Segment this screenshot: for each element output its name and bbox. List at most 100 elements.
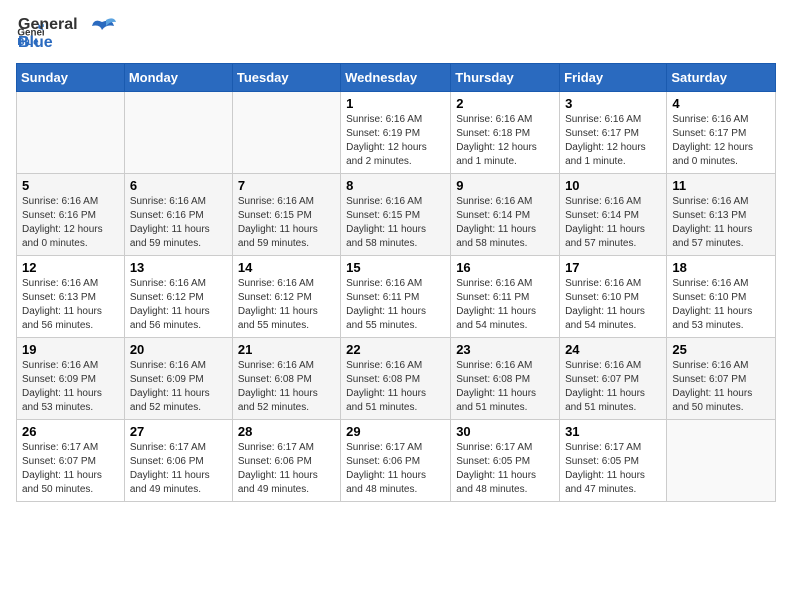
calendar-cell: 29 Sunrise: 6:17 AM Sunset: 6:06 PM Dayli… [341, 420, 451, 502]
calendar-cell: 21Sunrise: 6:16 AM Sunset: 6:08 PM Dayli… [232, 338, 340, 420]
calendar-table: SundayMondayTuesdayWednesdayThursdayFrid… [16, 63, 776, 502]
calendar-cell: 3 Sunrise: 6:16 AM Sunset: 6:17 PM Daylig… [560, 92, 667, 174]
day-info: Sunrise: 6:16 AM Sunset: 6:15 PM Dayligh… [346, 195, 445, 251]
weekday-header-saturday: Saturday [667, 64, 776, 92]
weekday-header-thursday: Thursday [451, 64, 560, 92]
day-info: Sunrise: 6:16 AM Sunset: 6:10 PM Dayligh… [672, 277, 770, 333]
day-info: Sunrise: 6:16 AM Sunset: 6:19 PM Dayligh… [346, 113, 445, 169]
calendar-cell: 23 Sunrise: 6:16 AM Sunset: 6:08 PM Dayli… [451, 338, 560, 420]
calendar-cell: 6 Sunrise: 6:16 AM Sunset: 6:16 PM Daylig… [124, 174, 232, 256]
logo-general-text: General [18, 16, 78, 34]
calendar-cell: 15 Sunrise: 6:16 AM Sunset: 6:11 PM Dayli… [341, 256, 451, 338]
day-number: 26 [22, 424, 119, 439]
day-number: 22 [346, 342, 445, 357]
day-number: 2 [456, 96, 554, 111]
logo: General Blue General Blue [16, 16, 116, 51]
day-info: Sunrise: 6:16 AM Sunset: 6:07 PM Dayligh… [565, 359, 661, 415]
day-number: 20 [130, 342, 227, 357]
calendar-cell: 20 Sunrise: 6:16 AM Sunset: 6:09 PM Dayli… [124, 338, 232, 420]
weekday-header-row: SundayMondayTuesdayWednesdayThursdayFrid… [17, 64, 776, 92]
day-number: 31 [565, 424, 661, 439]
calendar-week-row: 5 Sunrise: 6:16 AM Sunset: 6:16 PM Daylig… [17, 174, 776, 256]
day-number: 21 [238, 342, 335, 357]
day-number: 23 [456, 342, 554, 357]
calendar-cell: 18 Sunrise: 6:16 AM Sunset: 6:10 PM Dayli… [667, 256, 776, 338]
day-number: 24 [565, 342, 661, 357]
calendar-cell: 30 Sunrise: 6:17 AM Sunset: 6:05 PM Dayli… [451, 420, 560, 502]
day-info: Sunrise: 6:16 AM Sunset: 6:16 PM Dayligh… [130, 195, 227, 251]
day-number: 17 [565, 260, 661, 275]
day-info: Sunrise: 6:17 AM Sunset: 6:05 PM Dayligh… [456, 441, 554, 497]
day-info: Sunrise: 6:17 AM Sunset: 6:05 PM Dayligh… [565, 441, 661, 497]
day-number: 6 [130, 178, 227, 193]
calendar-cell: 5 Sunrise: 6:16 AM Sunset: 6:16 PM Daylig… [17, 174, 125, 256]
day-info: Sunrise: 6:16 AM Sunset: 6:14 PM Dayligh… [456, 195, 554, 251]
day-info: Sunrise: 6:16 AM Sunset: 6:17 PM Dayligh… [565, 113, 661, 169]
calendar-cell: 24 Sunrise: 6:16 AM Sunset: 6:07 PM Dayli… [560, 338, 667, 420]
day-number: 4 [672, 96, 770, 111]
logo-blue-text: Blue [18, 34, 78, 52]
calendar-cell: 9 Sunrise: 6:16 AM Sunset: 6:14 PM Daylig… [451, 174, 560, 256]
day-info: Sunrise: 6:16 AM Sunset: 6:11 PM Dayligh… [346, 277, 445, 333]
day-info: Sunrise: 6:16 AM Sunset: 6:12 PM Dayligh… [130, 277, 227, 333]
calendar-week-row: 26 Sunrise: 6:17 AM Sunset: 6:07 PM Dayli… [17, 420, 776, 502]
calendar-cell: 28 Sunrise: 6:17 AM Sunset: 6:06 PM Dayli… [232, 420, 340, 502]
day-info: Sunrise: 6:16 AM Sunset: 6:16 PM Dayligh… [22, 195, 119, 251]
day-number: 11 [672, 178, 770, 193]
day-number: 28 [238, 424, 335, 439]
day-number: 1 [346, 96, 445, 111]
day-number: 10 [565, 178, 661, 193]
calendar-cell: 25Sunrise: 6:16 AM Sunset: 6:07 PM Dayli… [667, 338, 776, 420]
calendar-cell: 26 Sunrise: 6:17 AM Sunset: 6:07 PM Dayli… [17, 420, 125, 502]
day-info: Sunrise: 6:16 AM Sunset: 6:09 PM Dayligh… [130, 359, 227, 415]
calendar-cell: 13 Sunrise: 6:16 AM Sunset: 6:12 PM Dayli… [124, 256, 232, 338]
day-number: 29 [346, 424, 445, 439]
day-number: 16 [456, 260, 554, 275]
day-info: Sunrise: 6:16 AM Sunset: 6:08 PM Dayligh… [346, 359, 445, 415]
header: General Blue General Blue [16, 16, 776, 51]
day-number: 5 [22, 178, 119, 193]
day-number: 14 [238, 260, 335, 275]
calendar-week-row: 12Sunrise: 6:16 AM Sunset: 6:13 PM Dayli… [17, 256, 776, 338]
calendar-cell: 22 Sunrise: 6:16 AM Sunset: 6:08 PM Dayli… [341, 338, 451, 420]
calendar-week-row: 19 Sunrise: 6:16 AM Sunset: 6:09 PM Dayli… [17, 338, 776, 420]
calendar-cell: 4 Sunrise: 6:16 AM Sunset: 6:17 PM Daylig… [667, 92, 776, 174]
calendar-cell: 2Sunrise: 6:16 AM Sunset: 6:18 PM Daylig… [451, 92, 560, 174]
day-number: 9 [456, 178, 554, 193]
day-info: Sunrise: 6:16 AM Sunset: 6:13 PM Dayligh… [22, 277, 119, 333]
weekday-header-monday: Monday [124, 64, 232, 92]
day-number: 18 [672, 260, 770, 275]
day-info: Sunrise: 6:16 AM Sunset: 6:09 PM Dayligh… [22, 359, 119, 415]
day-info: Sunrise: 6:16 AM Sunset: 6:07 PM Dayligh… [672, 359, 770, 415]
calendar-cell: 12Sunrise: 6:16 AM Sunset: 6:13 PM Dayli… [17, 256, 125, 338]
page: General Blue General Blue SundayMondayTu… [0, 0, 792, 518]
day-info: Sunrise: 6:16 AM Sunset: 6:17 PM Dayligh… [672, 113, 770, 169]
day-info: Sunrise: 6:17 AM Sunset: 6:06 PM Dayligh… [238, 441, 335, 497]
day-info: Sunrise: 6:16 AM Sunset: 6:14 PM Dayligh… [565, 195, 661, 251]
day-info: Sunrise: 6:17 AM Sunset: 6:07 PM Dayligh… [22, 441, 119, 497]
day-info: Sunrise: 6:17 AM Sunset: 6:06 PM Dayligh… [346, 441, 445, 497]
calendar-cell: 1 Sunrise: 6:16 AM Sunset: 6:19 PM Daylig… [341, 92, 451, 174]
calendar-cell: 8Sunrise: 6:16 AM Sunset: 6:15 PM Daylig… [341, 174, 451, 256]
calendar-cell: 11Sunrise: 6:16 AM Sunset: 6:13 PM Dayli… [667, 174, 776, 256]
day-info: Sunrise: 6:16 AM Sunset: 6:11 PM Dayligh… [456, 277, 554, 333]
day-number: 30 [456, 424, 554, 439]
calendar-cell [124, 92, 232, 174]
calendar-cell: 10 Sunrise: 6:16 AM Sunset: 6:14 PM Dayli… [560, 174, 667, 256]
day-number: 19 [22, 342, 119, 357]
weekday-header-friday: Friday [560, 64, 667, 92]
day-info: Sunrise: 6:16 AM Sunset: 6:08 PM Dayligh… [456, 359, 554, 415]
calendar-week-row: 1 Sunrise: 6:16 AM Sunset: 6:19 PM Daylig… [17, 92, 776, 174]
calendar-cell [667, 420, 776, 502]
day-info: Sunrise: 6:16 AM Sunset: 6:12 PM Dayligh… [238, 277, 335, 333]
day-number: 27 [130, 424, 227, 439]
calendar-cell: 14 Sunrise: 6:16 AM Sunset: 6:12 PM Dayli… [232, 256, 340, 338]
day-number: 15 [346, 260, 445, 275]
day-info: Sunrise: 6:16 AM Sunset: 6:15 PM Dayligh… [238, 195, 335, 251]
calendar-cell: 19 Sunrise: 6:16 AM Sunset: 6:09 PM Dayli… [17, 338, 125, 420]
day-info: Sunrise: 6:16 AM Sunset: 6:10 PM Dayligh… [565, 277, 661, 333]
day-number: 3 [565, 96, 661, 111]
weekday-header-wednesday: Wednesday [341, 64, 451, 92]
day-number: 13 [130, 260, 227, 275]
weekday-header-tuesday: Tuesday [232, 64, 340, 92]
